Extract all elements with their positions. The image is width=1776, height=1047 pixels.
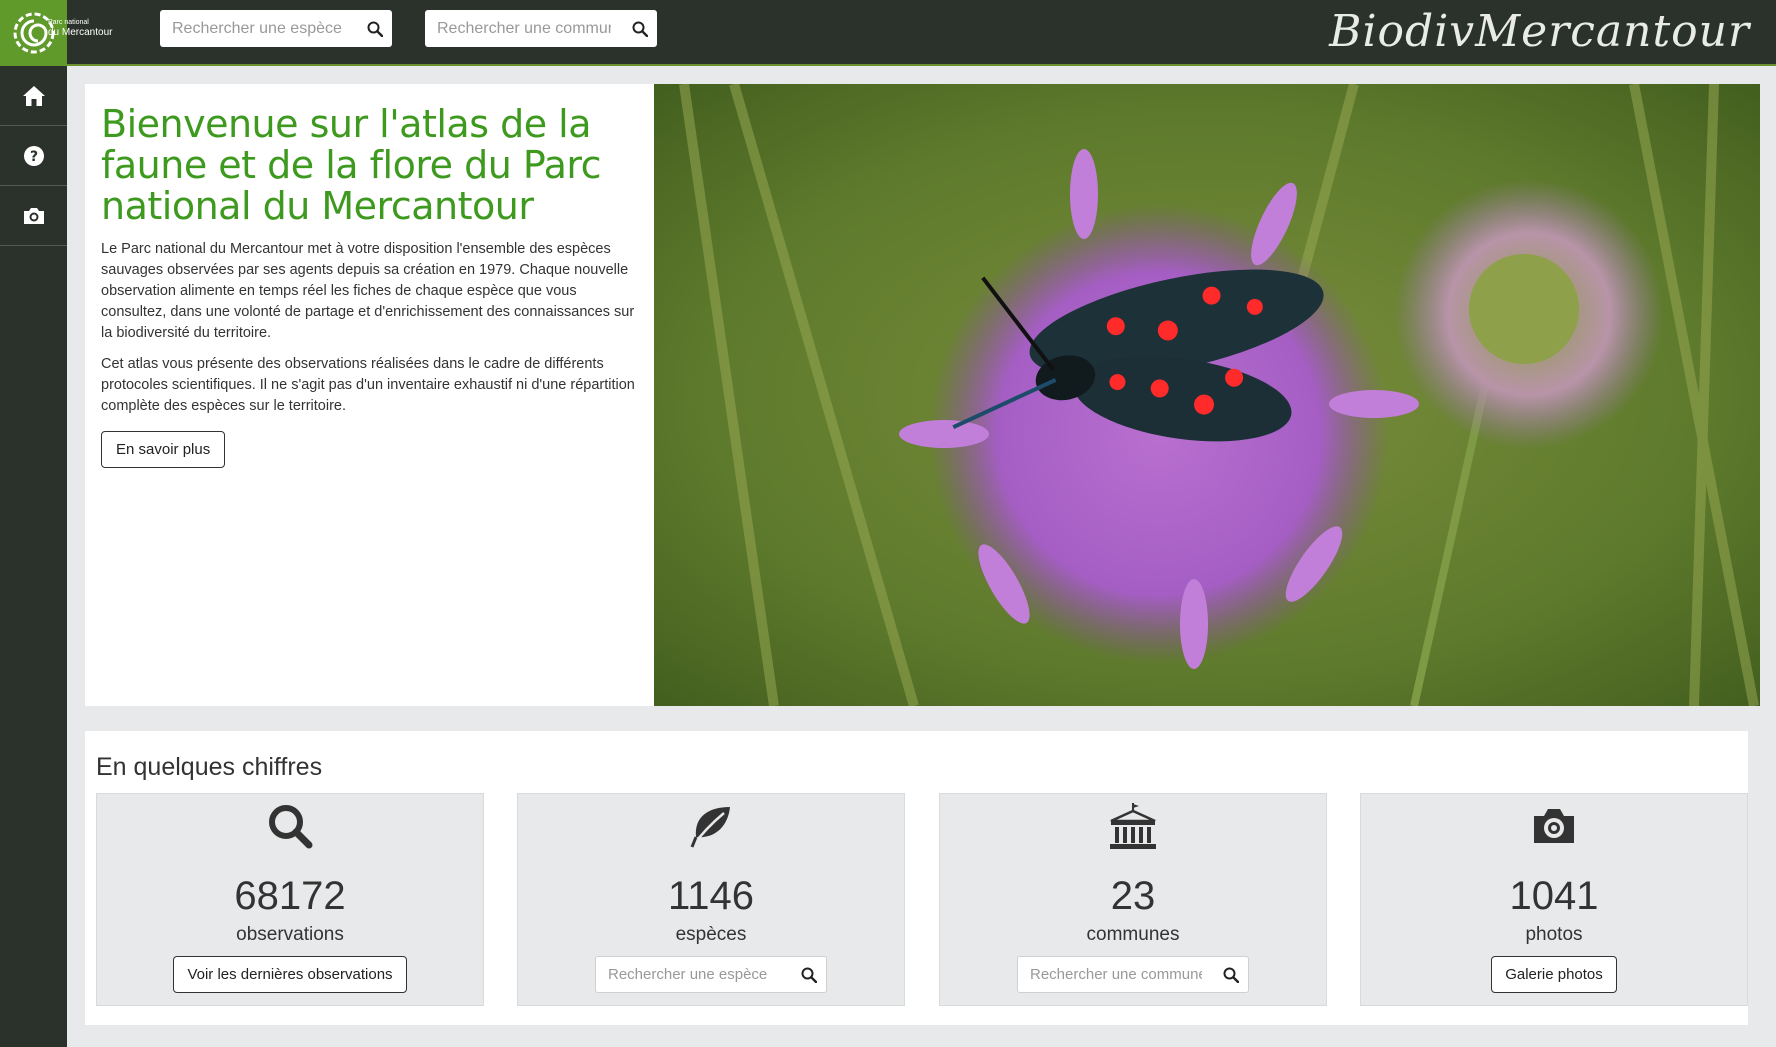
search-icon — [632, 21, 648, 37]
card-species-search-button[interactable] — [792, 967, 826, 983]
stat-label: espèces — [675, 924, 747, 945]
hero-paragraph-1: Le Parc national du Mercantour met à vot… — [101, 241, 635, 341]
nav-gallery[interactable] — [0, 186, 67, 246]
card-species-search-input[interactable] — [596, 957, 792, 992]
card-commune-search-button[interactable] — [1214, 967, 1248, 983]
search-icon — [1223, 967, 1239, 983]
help-icon: ? — [23, 145, 44, 166]
hero-title: Bienvenue sur l'atlas de la faune et de … — [101, 102, 602, 228]
photo-gallery-button[interactable]: Galerie photos — [1491, 956, 1617, 993]
species-search-button[interactable] — [358, 10, 392, 47]
search-icon — [269, 805, 313, 849]
hero-paragraph-2: Cet atlas vous présente des observations… — [101, 356, 635, 414]
home-icon — [22, 85, 45, 106]
stats-panel: En quelques chiffres 68172 observations … — [85, 731, 1748, 1025]
stat-label: observations — [236, 924, 344, 945]
header-commune-search — [425, 10, 657, 47]
card-species-search — [595, 956, 827, 993]
leaf-icon — [690, 807, 730, 848]
commune-search-button[interactable] — [623, 10, 657, 47]
nav-home[interactable] — [0, 66, 67, 126]
park-logo-text: Parc national du Mercantour — [48, 18, 112, 38]
camera-icon — [23, 207, 44, 224]
latest-observations-button[interactable]: Voir les dernières observations — [173, 956, 407, 993]
top-bar: Parc national du Mercantour BiodivMercan… — [0, 0, 1776, 66]
site-brand[interactable]: BiodivMercantour — [1329, 6, 1750, 57]
townhall-icon — [1110, 803, 1156, 849]
hero-text: Bienvenue sur l'atlas de la faune et de … — [101, 104, 641, 468]
stat-value: 1146 — [667, 874, 754, 918]
stat-value: 68172 — [234, 874, 346, 918]
svg-text:?: ? — [29, 149, 37, 165]
search-icon — [801, 967, 817, 983]
card-commune-search-input[interactable] — [1018, 957, 1214, 992]
stat-value: 23 — [1110, 874, 1156, 918]
side-nav: ? — [0, 66, 67, 1047]
nav-help[interactable]: ? — [0, 126, 67, 186]
stat-card-observations: 68172 observations Voir les dernières ob… — [96, 793, 484, 1006]
card-commune-search — [1017, 956, 1249, 993]
commune-search-input[interactable] — [425, 10, 623, 47]
search-icon — [367, 21, 383, 37]
stat-label: photos — [1525, 924, 1583, 945]
learn-more-button[interactable]: En savoir plus — [101, 431, 226, 468]
stat-card-species: 1146 espèces — [517, 793, 905, 1006]
hero-panel: Bienvenue sur l'atlas de la faune et de … — [85, 84, 1760, 706]
species-search-input[interactable] — [160, 10, 358, 47]
stat-card-photos: 1041 photos Galerie photos — [1360, 793, 1748, 1006]
hero-photo — [654, 84, 1760, 706]
stat-label: communes — [1086, 924, 1180, 945]
logo-line2: du Mercantour — [48, 27, 113, 38]
stat-value: 1041 — [1509, 874, 1599, 918]
camera-icon — [1534, 809, 1574, 843]
butterfly-flower-photo — [654, 84, 1760, 706]
stats-title: En quelques chiffres — [96, 753, 323, 781]
stat-card-communes: 23 communes — [939, 793, 1327, 1006]
header-species-search — [160, 10, 392, 47]
